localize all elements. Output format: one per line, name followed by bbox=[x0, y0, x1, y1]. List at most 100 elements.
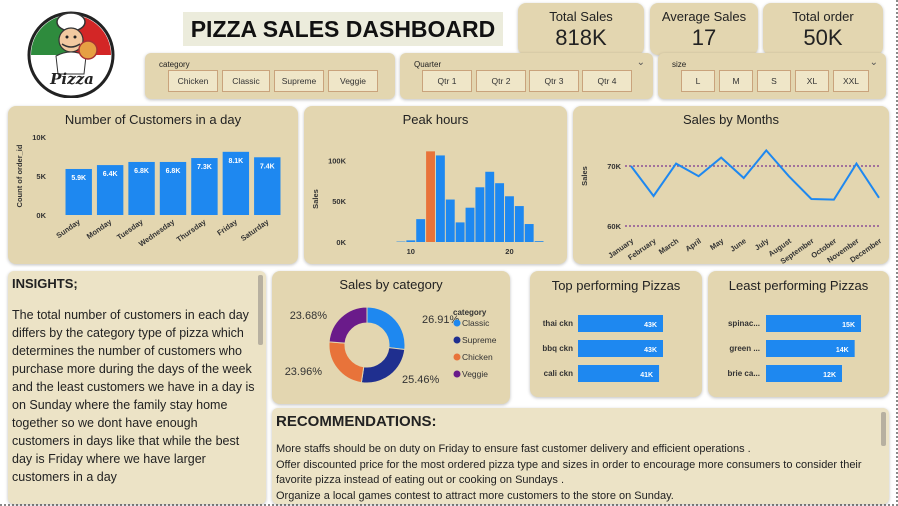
slicer-option-l[interactable]: L bbox=[681, 70, 715, 92]
sales-by-category-card: Sales by category 26.91% 25.46% 23.96% 23.6… bbox=[272, 271, 510, 404]
bar bbox=[406, 240, 416, 242]
y-tick-label: brie ca... bbox=[728, 369, 760, 378]
data-label: 12K bbox=[823, 372, 836, 379]
kpi-value: 50K bbox=[803, 25, 843, 50]
slicer-option-chicken[interactable]: Chicken bbox=[168, 70, 218, 92]
y-tick-label: 10K bbox=[32, 133, 46, 142]
data-label: 41K bbox=[640, 372, 653, 379]
legend-marker bbox=[453, 336, 461, 344]
sales-by-months-card: Sales by Months Sales 60K 70K January Februa… bbox=[573, 106, 889, 264]
x-tick-label: Thursday bbox=[175, 217, 208, 244]
x-tick-label: 10 bbox=[407, 247, 415, 256]
slicer-option-xl[interactable]: XL bbox=[795, 70, 829, 92]
bar bbox=[495, 183, 505, 242]
bar bbox=[524, 224, 534, 242]
chevron-down-icon[interactable]: ⌄ bbox=[870, 57, 878, 68]
kpi-label: Average Sales bbox=[661, 9, 747, 24]
y-tick-label: bbq ckn bbox=[542, 344, 573, 353]
slicer-option-qtr1[interactable]: Qtr 1 bbox=[422, 70, 472, 92]
bar bbox=[416, 219, 426, 242]
kpi-label: Total order bbox=[792, 9, 854, 24]
slicer-label: category bbox=[159, 60, 190, 69]
insights-panel: INSIGHTS; The total number of customers … bbox=[8, 271, 266, 504]
y-axis-label: Sales bbox=[580, 166, 589, 186]
slicer-option-qtr4[interactable]: Qtr 4 bbox=[582, 70, 632, 92]
y-tick-label: 5K bbox=[36, 172, 46, 181]
y-tick-label: spinac... bbox=[728, 319, 760, 328]
y-tick-label: 100K bbox=[328, 156, 347, 165]
bar bbox=[465, 207, 475, 242]
x-tick-label: 20 bbox=[505, 247, 513, 256]
peak-hours-chart: Sales 0K 50K 100K 10 20 bbox=[311, 151, 544, 256]
slicer-option-m[interactable]: M bbox=[719, 70, 753, 92]
least-pizzas-chart: spinac... 15K green ... 14K brie ca... 12K bbox=[728, 315, 861, 382]
slicer-option-s[interactable]: S bbox=[757, 70, 791, 92]
y-tick-label: 70K bbox=[607, 162, 621, 171]
data-label: 15K bbox=[842, 322, 855, 329]
data-label: 7.4K bbox=[260, 163, 275, 170]
least-pizzas-card: Least performing Pizzas spinac... 15K gree… bbox=[708, 271, 889, 397]
y-tick-label: 60K bbox=[607, 222, 621, 231]
bar bbox=[485, 171, 495, 242]
donut-slice bbox=[366, 306, 406, 351]
bar bbox=[534, 241, 544, 242]
legend-title: category bbox=[453, 308, 487, 317]
x-tick-label: Saturday bbox=[239, 217, 271, 243]
x-tick-label: Sunday bbox=[55, 217, 83, 240]
sales-by-category-chart: 26.91%25.46%23.96%23.68% categoryClassicS… bbox=[285, 306, 497, 386]
insights-text: The total number of customers in each da… bbox=[12, 308, 255, 484]
slicer-option-veggie[interactable]: Veggie bbox=[328, 70, 378, 92]
legend-label: Chicken bbox=[462, 352, 493, 362]
bar bbox=[426, 151, 435, 242]
peak-hours-card: Peak hours Sales 0K 50K 100K 10 20 bbox=[304, 106, 567, 264]
x-tick-label: Friday bbox=[215, 217, 239, 238]
customers-per-day-chart: Count of order_id 0K 5K 10K 5.9K Sunday 6.4K Mo… bbox=[15, 133, 281, 249]
recommendations-scrollbar[interactable] bbox=[881, 412, 886, 446]
customers-per-day-card: Number of Customers in a day Count of or… bbox=[8, 106, 298, 264]
bar bbox=[445, 199, 455, 242]
data-label: 43K bbox=[644, 347, 657, 354]
recommendation-line: More staffs should be on duty on Friday … bbox=[276, 443, 751, 455]
insights-heading: INSIGHTS; bbox=[12, 276, 78, 291]
kpi-value: 818K bbox=[555, 25, 607, 50]
kpi-total-sales: Total Sales 818K bbox=[518, 3, 644, 55]
y-tick-label: 50K bbox=[332, 197, 346, 206]
data-label: 6.8K bbox=[134, 168, 149, 175]
slicer-option-classic[interactable]: Classic bbox=[222, 70, 270, 92]
data-label: 6.4K bbox=[103, 171, 118, 178]
sales-by-months-chart: Sales60K70KJanuaryFebruary March April May J… bbox=[580, 148, 883, 264]
y-tick-label: 0K bbox=[36, 211, 46, 220]
top-pizzas-card: Top performing Pizzas thai ckn 43K bbq ckn… bbox=[530, 271, 702, 397]
slicer-option-qtr2[interactable]: Qtr 2 bbox=[476, 70, 526, 92]
slice-value-label: 23.96% bbox=[285, 366, 323, 378]
quarter-slicer: Quarter ⌄ Qtr 1 Qtr 2 Qtr 3 Qtr 4 bbox=[400, 53, 653, 99]
data-label: 14K bbox=[836, 347, 849, 354]
insights-scrollbar[interactable] bbox=[258, 275, 263, 345]
bar bbox=[435, 155, 445, 242]
data-label: 6.8K bbox=[166, 168, 181, 175]
dashboard-canvas: Pizza PIZZA SALES DASHBOARD Total Sales … bbox=[0, 0, 898, 506]
slicer-option-qtr3[interactable]: Qtr 3 bbox=[529, 70, 579, 92]
y-tick-label: green ... bbox=[729, 344, 760, 353]
x-tick-label: June bbox=[728, 236, 748, 253]
slicer-label: size bbox=[672, 60, 687, 69]
legend-marker bbox=[453, 370, 461, 378]
kpi-label: Total Sales bbox=[549, 9, 613, 24]
y-tick-label: thai ckn bbox=[543, 319, 573, 328]
x-tick-label: Monday bbox=[85, 217, 114, 241]
x-tick-label: Wednesday bbox=[137, 217, 177, 249]
y-tick-label: 0K bbox=[336, 238, 346, 247]
x-tick-label: April bbox=[684, 236, 703, 253]
chevron-down-icon[interactable]: ⌄ bbox=[637, 57, 645, 68]
data-label: 43K bbox=[644, 322, 657, 329]
y-axis-label: Count of order_id bbox=[15, 144, 24, 207]
slice-value-label: 23.68% bbox=[290, 310, 328, 322]
x-tick-label: May bbox=[708, 236, 726, 252]
slicer-option-supreme[interactable]: Supreme bbox=[274, 70, 324, 92]
slicer-label: Quarter bbox=[414, 60, 442, 69]
slicer-option-xxl[interactable]: XXL bbox=[833, 70, 869, 92]
donut-slice bbox=[360, 347, 406, 384]
y-axis-label: Sales bbox=[311, 189, 320, 209]
legend-label: Classic bbox=[462, 318, 490, 328]
donut-slice bbox=[328, 306, 368, 344]
